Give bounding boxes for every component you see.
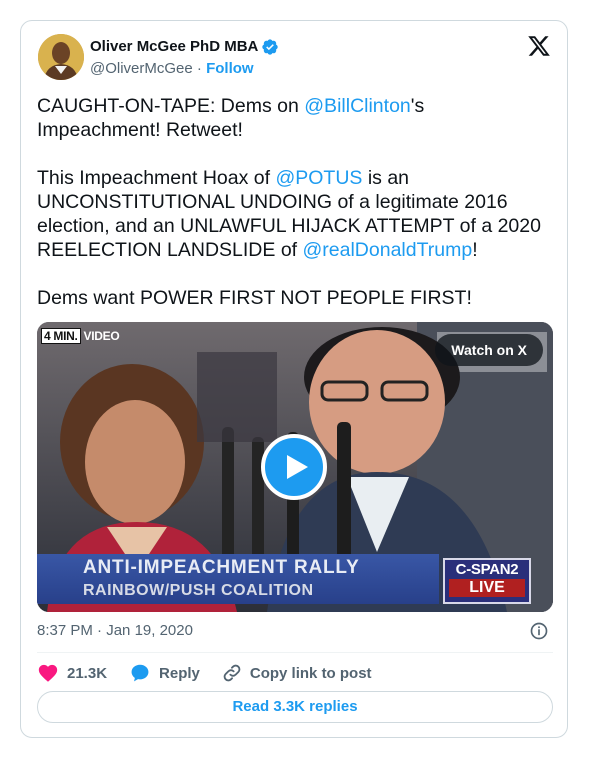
copy-link-label: Copy link to post — [249, 664, 372, 682]
tweet-paragraph-1: CAUGHT-ON-TAPE: Dems on @BillClinton's I… — [37, 94, 552, 142]
live-badge: LIVE — [449, 579, 525, 597]
network-name: C-SPAN2 — [455, 561, 519, 578]
read-replies-button[interactable]: Read 3.3K replies — [37, 691, 553, 723]
reply-label: Reply — [159, 664, 200, 682]
mention-link-realdonaldtrump[interactable]: @realDonaldTrump — [303, 239, 473, 261]
timestamp-separator: · — [97, 622, 103, 639]
avatar-image — [38, 34, 84, 80]
link-icon — [223, 664, 241, 682]
tweet-paragraph-3: Dems want POWER FIRST NOT PEOPLE FIRST! — [37, 287, 472, 309]
lower-third-subtitle: RAINBOW/PUSH COALITION — [83, 582, 314, 599]
post-date: Jan 19, 2020 — [106, 622, 193, 639]
like-button[interactable]: 21.3K — [37, 662, 107, 684]
duration-tag: 4 MIN. VIDEO — [41, 328, 120, 344]
action-bar: 21.3K Reply Copy link to post — [37, 661, 394, 685]
author-handle[interactable]: @OliverMcGee — [90, 60, 193, 77]
tweet-text-span: ! — [472, 239, 478, 261]
handle-row: @OliverMcGee · Follow — [90, 60, 254, 77]
post-time: 8:37 PM — [37, 622, 93, 639]
tweet-card: Oliver McGee PhD MBA @OliverMcGee · Foll… — [20, 20, 568, 738]
network-logo: C-SPAN2 LIVE — [443, 558, 531, 604]
watch-on-x-button[interactable]: Watch on X — [435, 334, 543, 366]
tweet-text-span: This Impeachment Hoax of — [37, 167, 276, 189]
mention-link-potus[interactable]: @POTUS — [275, 167, 362, 189]
duration-box: 4 MIN. — [41, 328, 81, 344]
reply-button[interactable]: Reply — [129, 662, 200, 684]
post-timestamp[interactable]: 8:37 PM · Jan 19, 2020 — [37, 622, 193, 639]
lower-third-banner: ANTI-IMPEACHMENT RALLY RAINBOW/PUSH COAL… — [37, 554, 439, 604]
divider — [37, 652, 553, 653]
follow-button[interactable]: Follow — [206, 60, 254, 77]
x-logo-icon[interactable] — [527, 34, 551, 58]
like-count: 21.3K — [67, 664, 108, 682]
handle-separator: · — [196, 60, 202, 77]
video-player[interactable]: 4 MIN. VIDEO Watch on X ANTI-IMPEACHMENT… — [37, 322, 553, 612]
copy-link-button[interactable]: Copy link to post — [222, 663, 372, 683]
info-icon[interactable] — [529, 621, 549, 641]
reply-bubble-icon — [131, 664, 149, 682]
mention-link-billclinton[interactable]: @BillClinton — [304, 95, 411, 117]
tweet-text-span: CAUGHT-ON-TAPE: Dems on — [37, 95, 305, 117]
avatar[interactable] — [38, 34, 84, 80]
verified-badge-icon — [262, 39, 278, 55]
tweet-text: CAUGHT-ON-TAPE: Dems on @BillClinton's I… — [37, 94, 552, 334]
heart-icon — [38, 664, 58, 682]
video-label: VIDEO — [83, 329, 120, 343]
play-icon — [287, 455, 308, 479]
author-name[interactable]: Oliver McGee PhD MBA — [90, 38, 258, 55]
lower-third-title: ANTI-IMPEACHMENT RALLY — [83, 557, 360, 578]
tweet-paragraph-2: This Impeachment Hoax of @POTUS is an UN… — [37, 166, 552, 262]
play-button[interactable] — [261, 434, 327, 500]
